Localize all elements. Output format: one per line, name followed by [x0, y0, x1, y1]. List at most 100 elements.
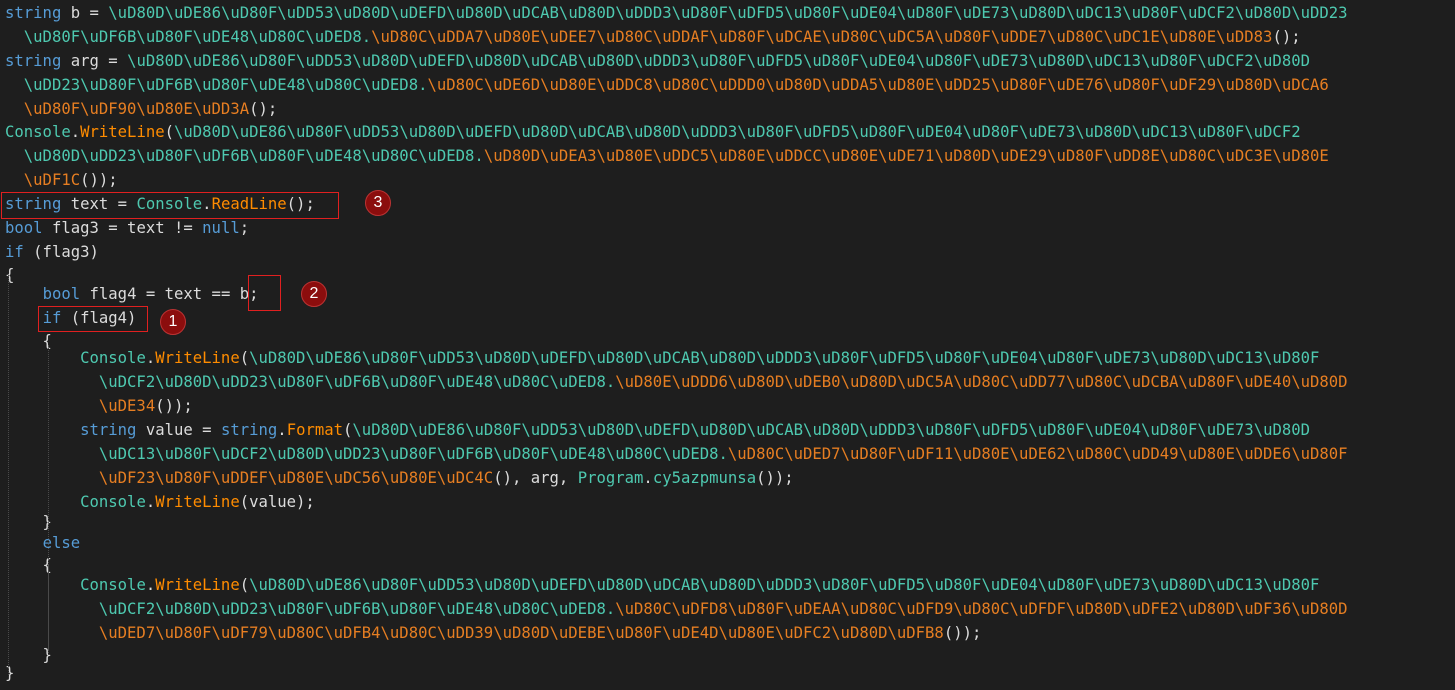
code-token: \uD80D\uDE86\uD80F\uDD53\uD80D\uDEFD\uD8…	[108, 4, 1348, 22]
code-token: \uDED7\uD80F\uDF79\uD80C\uDFB4\uD80C\uDD…	[5, 624, 944, 642]
code-line: Console.WriteLine(value);	[5, 491, 315, 513]
code-token: \uDC13\uD80F\uDCF2\uD80D\uDD23\uD80F\uDF…	[5, 445, 728, 463]
code-token: \uDCF2\uD80D\uDD23\uD80F\uDF6B\uD80F\uDE…	[5, 600, 616, 618]
code-token: .	[643, 469, 653, 487]
code-line: \uDED7\uD80F\uDF79\uD80C\uDFB4\uD80C\uDD…	[5, 622, 982, 644]
code-line: \uDE34());	[5, 395, 193, 417]
code-token: WriteLine	[155, 576, 240, 594]
code-token: \uD80C\uDE6D\uD80E\uDDC8\uD80C\uDDD0\uD8…	[427, 76, 1329, 94]
code-line: string value = string.Format(\uD80D\uDE8…	[5, 419, 1310, 441]
code-token: cy5azpmunsa	[652, 469, 757, 487]
code-token: b =	[61, 4, 109, 22]
code-token: \uD80D\uDE86\uD80F\uDD53\uD80D\uDEFD\uD8…	[127, 52, 1310, 70]
code-token: .	[145, 349, 156, 367]
code-token: value =	[136, 421, 221, 439]
code-token: \uDD23\uD80F\uDF6B\uD80F\uDE48\uD80C\uDE…	[5, 76, 428, 94]
code-token: \uD80C\uDDA7\uD80E\uDEE7\uD80C\uDDAF\uD8…	[371, 28, 1273, 46]
code-token: \uD80C\uDFD8\uD80F\uDEAA\uD80C\uDFD9\uD8…	[615, 600, 1348, 618]
code-token: \uD80D\uDE86\uD80F\uDD53\uD80D\uDEFD\uD8…	[174, 123, 1301, 141]
code-line: bool flag4 = text == b;	[5, 283, 259, 305]
code-token: \uD80D\uDE86\uD80F\uDD53\uD80D\uDEFD\uD8…	[249, 349, 1320, 367]
code-token: ());	[756, 469, 794, 487]
code-editor[interactable]: string b = \uD80D\uDE86\uD80F\uDD53\uD80…	[0, 0, 1455, 690]
code-token: (	[164, 123, 174, 141]
code-token: .	[145, 493, 156, 511]
code-line: \uD80D\uDD23\uD80F\uDF6B\uD80F\uDE48\uD8…	[5, 145, 1329, 167]
annotation-badge-2: 2	[301, 281, 327, 307]
code-token: \uD80C\uDED7\uD80F\uDF11\uD80E\uDE62\uD8…	[727, 445, 1348, 463]
code-token: .	[277, 421, 287, 439]
code-token: {	[5, 266, 15, 284]
code-token: ());	[943, 624, 982, 642]
code-token: Console	[5, 123, 71, 141]
code-token: Console	[80, 349, 146, 367]
annotation-badge-3: 3	[365, 190, 391, 216]
code-token: ;	[239, 219, 250, 237]
code-token: .	[145, 576, 156, 594]
code-token: bool	[5, 219, 43, 237]
code-line: string b = \uD80D\uDE86\uD80F\uDD53\uD80…	[5, 2, 1348, 24]
code-token: \uD80D\uDE86\uD80F\uDD53\uD80D\uDEFD\uD8…	[249, 576, 1320, 594]
code-token: WriteLine	[155, 349, 240, 367]
code-token: Console	[80, 493, 146, 511]
code-token: (	[343, 421, 353, 439]
code-token: \uD80E\uDDD6\uD80D\uDEB0\uD80D\uDC5A\uD8…	[615, 373, 1348, 391]
code-token: \uD80F\uDF6B\uD80F\uDE48\uD80C\uDED8.	[5, 28, 372, 46]
code-token: if	[5, 243, 24, 261]
code-token: }	[5, 513, 52, 531]
code-line: \uD80F\uDF90\uD80E\uDD3A();	[5, 98, 278, 120]
annotation-badge-1: 1	[160, 309, 186, 335]
code-token: \uD80D\uDE86\uD80F\uDD53\uD80D\uDEFD\uD8…	[352, 421, 1311, 439]
code-token: WriteLine	[80, 123, 165, 141]
code-token: bool	[42, 285, 81, 303]
code-line: Console.WriteLine(\uD80D\uDE86\uD80F\uDD…	[5, 121, 1301, 143]
code-token: (flag3)	[23, 243, 99, 261]
code-line: Console.WriteLine(\uD80D\uDE86\uD80F\uDD…	[5, 347, 1319, 369]
code-token: (value);	[239, 493, 315, 511]
code-token: string	[80, 421, 137, 439]
code-token: \uD80D\uDEA3\uD80E\uDDC5\uD80E\uDDCC\uD8…	[483, 147, 1329, 165]
code-token: ());	[80, 171, 118, 189]
code-line: \uDC13\uD80F\uDCF2\uD80D\uDD23\uD80F\uDF…	[5, 443, 1348, 465]
code-token: \uDE34	[5, 397, 156, 415]
code-token: ());	[155, 397, 193, 415]
code-line: bool flag3 = text != null;	[5, 217, 249, 239]
code-token: null	[202, 219, 240, 237]
code-token: ();	[1272, 28, 1301, 46]
code-token: \uDF23\uD80F\uDDEF\uD80E\uDC56\uD80E\uDC…	[5, 469, 494, 487]
code-line: {	[5, 554, 52, 576]
code-token: \uD80D\uDD23\uD80F\uDF6B\uD80F\uDE48\uD8…	[5, 147, 484, 165]
code-token: (	[239, 349, 250, 367]
code-token: string	[5, 52, 62, 70]
code-token: Format	[286, 421, 344, 439]
code-line: \uD80F\uDF6B\uD80F\uDE48\uD80C\uDED8.\uD…	[5, 26, 1301, 48]
code-line: \uDCF2\uD80D\uDD23\uD80F\uDF6B\uD80F\uDE…	[5, 598, 1348, 620]
code-line: \uDCF2\uD80D\uDD23\uD80F\uDF6B\uD80F\uDE…	[5, 371, 1348, 393]
code-token: \uDF1C	[5, 171, 81, 189]
code-token: ();	[249, 100, 278, 118]
code-line: \uDF1C());	[5, 169, 118, 191]
code-token: WriteLine	[155, 493, 240, 511]
code-token: string	[220, 421, 278, 439]
code-token: \uD80F\uDF90\uD80E\uDD3A	[5, 100, 250, 118]
code-token: \uDCF2\uD80D\uDD23\uD80F\uDF6B\uD80F\uDE…	[5, 373, 616, 391]
code-token: flag3 = text !=	[42, 219, 203, 237]
indent-guide	[8, 275, 9, 675]
code-token: Program	[577, 469, 644, 487]
code-token: (	[239, 576, 250, 594]
code-token: }	[5, 664, 15, 682]
highlight-box-b	[248, 275, 281, 311]
code-line: }	[5, 662, 14, 684]
code-line: \uDF23\uD80F\uDDEF\uD80E\uDC56\uD80E\uDC…	[5, 467, 794, 489]
highlight-box-if-flag4	[38, 306, 148, 332]
code-line: Console.WriteLine(\uD80D\uDE86\uD80F\uDD…	[5, 574, 1319, 596]
code-token: string	[5, 4, 62, 22]
code-line: else	[5, 532, 81, 554]
